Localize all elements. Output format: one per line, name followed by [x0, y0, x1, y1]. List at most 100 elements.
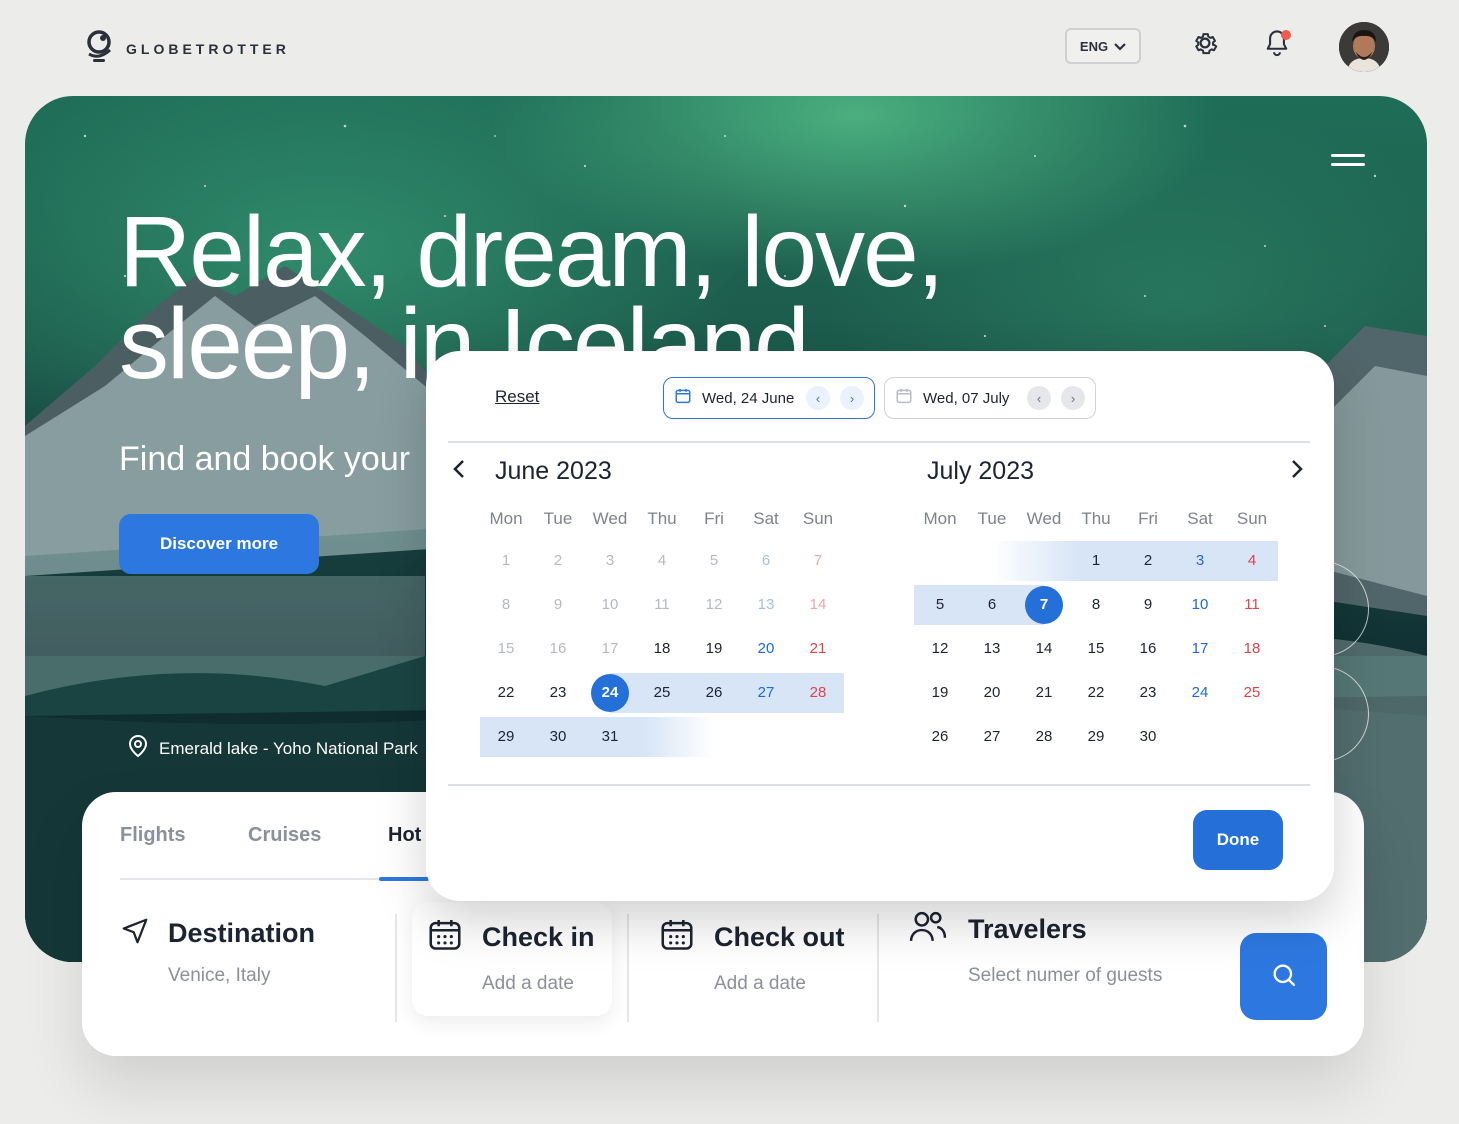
- day-cell[interactable]: 4: [1226, 539, 1278, 583]
- day-cell[interactable]: 29: [480, 715, 532, 759]
- start-date-selector[interactable]: Wed, 24 June ‹ ›: [663, 377, 875, 419]
- end-date-selector[interactable]: Wed, 07 July ‹ ›: [884, 377, 1096, 419]
- day-cell[interactable]: 5: [914, 583, 966, 627]
- chevron-right-icon[interactable]: ›: [840, 386, 864, 410]
- day-cell[interactable]: 23: [532, 671, 584, 715]
- day-cell[interactable]: 9: [1122, 583, 1174, 627]
- weekday-label: Thu: [1081, 509, 1111, 528]
- prev-month-button[interactable]: [452, 459, 466, 485]
- day-cell[interactable]: 30: [532, 715, 584, 759]
- day-cell[interactable]: 11: [636, 583, 688, 627]
- done-button[interactable]: Done: [1193, 810, 1283, 870]
- day-cell[interactable]: 7: [792, 539, 844, 583]
- day-cell[interactable]: 18: [636, 627, 688, 671]
- discover-more-button[interactable]: Discover more: [119, 514, 319, 574]
- notifications-button[interactable]: [1260, 28, 1294, 62]
- day-cell[interactable]: 22: [1070, 671, 1122, 715]
- day-cell[interactable]: 11: [1226, 583, 1278, 627]
- day-cell[interactable]: 16: [1122, 627, 1174, 671]
- day-cell[interactable]: 15: [1070, 627, 1122, 671]
- day-cell[interactable]: 4: [636, 539, 688, 583]
- day-cell[interactable]: 19: [914, 671, 966, 715]
- search-button[interactable]: [1240, 933, 1327, 1020]
- location-text: Emerald lake - Yoho National Park: [159, 738, 418, 758]
- day-cell[interactable]: 19: [688, 627, 740, 671]
- day-cell[interactable]: 28: [1018, 715, 1070, 759]
- day-cell[interactable]: 5: [688, 539, 740, 583]
- chevron-left-icon[interactable]: ‹: [806, 386, 830, 410]
- day-number: 20: [757, 640, 775, 657]
- day-cell[interactable]: 25: [1226, 671, 1278, 715]
- day-cell[interactable]: 20: [740, 627, 792, 671]
- day-cell[interactable]: 25: [636, 671, 688, 715]
- chevron-right-icon[interactable]: ›: [1061, 386, 1085, 410]
- day-cell[interactable]: 9: [532, 583, 584, 627]
- day-cell[interactable]: 26: [914, 715, 966, 759]
- day-cell[interactable]: 12: [914, 627, 966, 671]
- day-number: 18: [653, 640, 671, 657]
- day-cell[interactable]: 28: [792, 671, 844, 715]
- day-cell[interactable]: 14: [792, 583, 844, 627]
- day-cell[interactable]: 27: [966, 715, 1018, 759]
- day-cell[interactable]: 29: [1070, 715, 1122, 759]
- day-cell[interactable]: 6: [740, 539, 792, 583]
- day-cell[interactable]: 8: [1070, 583, 1122, 627]
- day-cell[interactable]: 13: [740, 583, 792, 627]
- travelers-field[interactable]: Travelers Select numer of guests: [908, 908, 1162, 987]
- avatar[interactable]: [1339, 22, 1389, 72]
- next-month-button[interactable]: [1290, 459, 1304, 485]
- day-cell[interactable]: 2: [532, 539, 584, 583]
- day-cell[interactable]: 24: [1174, 671, 1226, 715]
- chevron-left-icon[interactable]: ‹: [1027, 386, 1051, 410]
- search-icon: [1270, 961, 1298, 992]
- day-cell[interactable]: 2: [1122, 539, 1174, 583]
- day-cell[interactable]: 15: [480, 627, 532, 671]
- day-cell[interactable]: 31: [584, 715, 636, 759]
- day-number: 10: [601, 596, 619, 613]
- day-number: 14: [809, 596, 827, 613]
- day-cell[interactable]: 10: [1174, 583, 1226, 627]
- empty-day: [688, 715, 740, 759]
- day-cell[interactable]: 10: [584, 583, 636, 627]
- day-cell[interactable]: 14: [1018, 627, 1070, 671]
- day-cell[interactable]: 1: [1070, 539, 1122, 583]
- menu-button[interactable]: [1331, 154, 1365, 170]
- selected-day[interactable]: 7: [1018, 583, 1070, 627]
- day-cell[interactable]: 17: [584, 627, 636, 671]
- day-cell[interactable]: 3: [584, 539, 636, 583]
- tab-hotels[interactable]: Hot: [388, 824, 421, 877]
- empty-day: [792, 715, 844, 759]
- users-icon: [908, 908, 948, 951]
- day-cell[interactable]: 13: [966, 627, 1018, 671]
- day-cell[interactable]: 23: [1122, 671, 1174, 715]
- logo[interactable]: GLOBETROTTER: [84, 28, 290, 69]
- date-picker-popup: Reset Wed, 24 June ‹ › Wed, 07 July ‹ › …: [426, 351, 1334, 901]
- day-cell[interactable]: 27: [740, 671, 792, 715]
- day-cell[interactable]: 30: [1122, 715, 1174, 759]
- day-cell[interactable]: 3: [1174, 539, 1226, 583]
- checkout-field[interactable]: Check out Add a date: [658, 916, 845, 995]
- weekday-label: Fri: [1138, 509, 1158, 528]
- day-cell[interactable]: 17: [1174, 627, 1226, 671]
- day-cell[interactable]: 21: [792, 627, 844, 671]
- day-cell[interactable]: 21: [1018, 671, 1070, 715]
- day-cell[interactable]: 22: [480, 671, 532, 715]
- day-cell[interactable]: 20: [966, 671, 1018, 715]
- day-cell[interactable]: 8: [480, 583, 532, 627]
- language-selector[interactable]: ENG: [1065, 28, 1141, 64]
- destination-field[interactable]: Destination Venice, Italy: [120, 916, 315, 987]
- tab-cruises[interactable]: Cruises: [248, 824, 388, 877]
- day-cell[interactable]: 6: [966, 583, 1018, 627]
- day-cell[interactable]: 1: [480, 539, 532, 583]
- selected-day[interactable]: 24: [584, 671, 636, 715]
- day-cell[interactable]: 12: [688, 583, 740, 627]
- day-cell[interactable]: 16: [532, 627, 584, 671]
- checkin-field[interactable]: Check in Add a date: [426, 916, 595, 995]
- reset-button[interactable]: Reset: [495, 387, 539, 407]
- tab-flights[interactable]: Flights: [120, 824, 248, 877]
- day-cell[interactable]: 26: [688, 671, 740, 715]
- day-cell[interactable]: 18: [1226, 627, 1278, 671]
- settings-button[interactable]: [1188, 28, 1222, 62]
- calendar-week: 29 30 31: [480, 715, 844, 759]
- weekday-label: Wed: [1026, 509, 1062, 528]
